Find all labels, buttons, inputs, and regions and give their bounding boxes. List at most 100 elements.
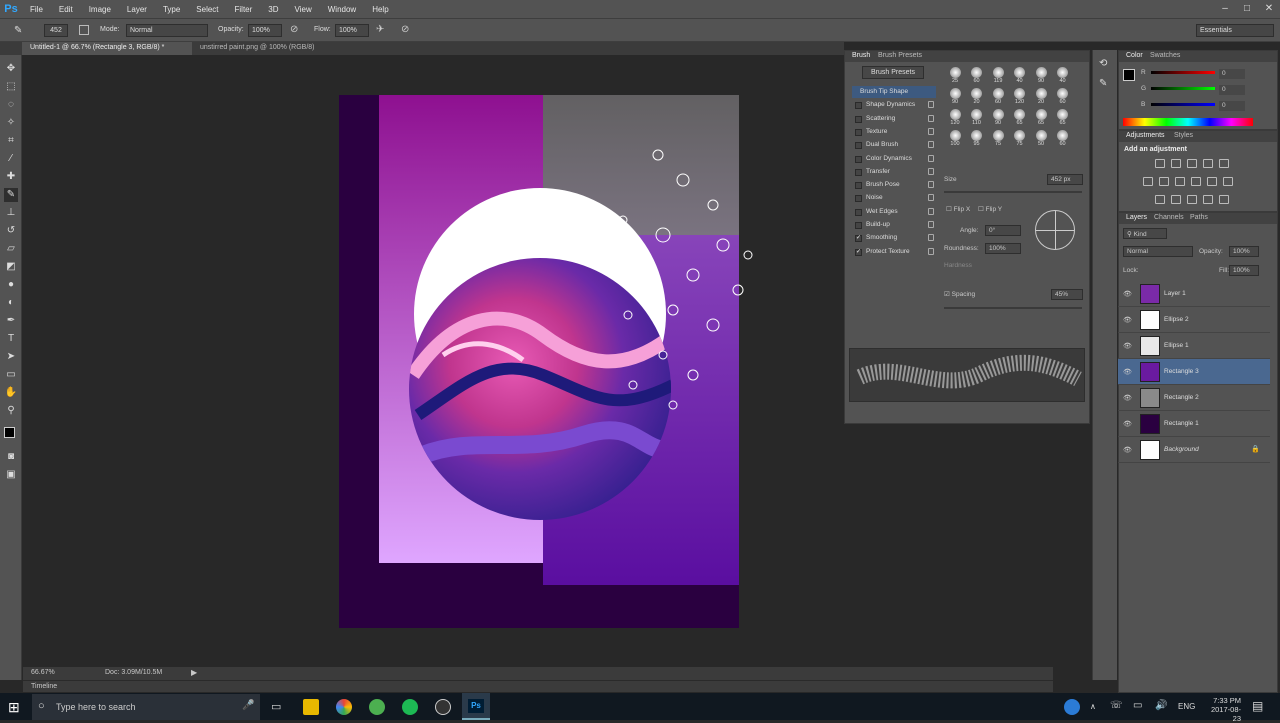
menu-filter[interactable]: Filter	[227, 5, 261, 14]
paint-bucket-tool-icon[interactable]: ◩	[4, 260, 18, 274]
marquee-tool-icon[interactable]: ⬚	[4, 80, 18, 94]
windows-start-icon[interactable]: ⊞	[8, 699, 20, 716]
lock-icon[interactable]	[928, 167, 934, 175]
lock-icon[interactable]	[928, 247, 934, 255]
brush-tip-preset[interactable]: 20	[1032, 88, 1050, 107]
history-brush-tool-icon[interactable]: ↺	[4, 224, 18, 238]
status-menu-arrow-icon[interactable]: ▶	[191, 668, 197, 677]
brush-tip-preset[interactable]: 119	[989, 67, 1007, 86]
hand-tool-icon[interactable]: ✋	[4, 386, 18, 400]
checkbox-icon[interactable]	[855, 208, 862, 216]
blur-tool-icon[interactable]: ●	[4, 278, 18, 292]
brush-tip-preset[interactable]: 120	[1011, 88, 1029, 107]
vivaldi-icon[interactable]	[369, 699, 385, 715]
tab-brush-presets[interactable]: Brush Presets	[873, 52, 927, 59]
eyedropper-tool-icon[interactable]: ⁄	[4, 152, 18, 166]
network-icon[interactable]: ☏	[1110, 700, 1123, 711]
brush-tip-preset[interactable]: 95	[968, 130, 986, 149]
layer-row-rectangle-2[interactable]: 👁 Rectangle 2	[1118, 385, 1270, 411]
brush-option-color-dynamics[interactable]: Color Dynamics	[852, 153, 936, 165]
checkbox-icon[interactable]	[855, 195, 862, 203]
tab-adjustments[interactable]: Adjustments	[1121, 132, 1170, 139]
tab-styles[interactable]: Styles	[1169, 132, 1198, 139]
visibility-eye-icon[interactable]: 👁	[1123, 316, 1132, 324]
black-white-icon[interactable]	[1175, 177, 1185, 186]
selective-color-icon[interactable]	[1219, 195, 1229, 204]
brush-tip-preset[interactable]: 65	[1011, 109, 1029, 128]
brush-panel-toggle-icon[interactable]	[79, 25, 89, 35]
zoom-level[interactable]: 66.67%	[31, 669, 55, 676]
exposure-icon[interactable]	[1203, 159, 1213, 168]
workspace-select[interactable]: Essentials	[1196, 24, 1274, 37]
language-indicator[interactable]: ENG	[1178, 702, 1195, 711]
spotify-icon[interactable]	[402, 699, 418, 715]
quick-select-tool-icon[interactable]: ✧	[4, 116, 18, 130]
pen-tool-icon[interactable]: ✒	[4, 314, 18, 328]
lock-icon[interactable]	[928, 207, 934, 215]
color-spectrum[interactable]	[1123, 118, 1253, 126]
size-slider[interactable]	[944, 191, 1082, 193]
curves-icon[interactable]	[1187, 159, 1197, 168]
crop-tool-icon[interactable]: ⌗	[4, 134, 18, 148]
brush-tip-preset[interactable]: 25	[946, 67, 964, 86]
lock-icon[interactable]	[928, 127, 934, 135]
brush-option-brush-tip-shape[interactable]: Brush Tip Shape	[852, 86, 936, 98]
dodge-tool-icon[interactable]: ◐	[4, 296, 18, 310]
checkbox-icon[interactable]: ✓	[855, 235, 862, 243]
brush-option-texture[interactable]: Texture	[852, 126, 936, 138]
color-lookup-icon[interactable]	[1223, 177, 1233, 186]
brush-tip-preset[interactable]: 60	[1054, 88, 1072, 107]
brush-angle-preview[interactable]	[1035, 210, 1075, 250]
lock-icon[interactable]	[928, 221, 934, 228]
roundness-field[interactable]: 100%	[985, 243, 1021, 254]
zoom-tool-icon[interactable]: ⚲	[4, 404, 18, 418]
brush-tip-preset[interactable]: 40	[1054, 67, 1072, 86]
minimize-icon[interactable]: –	[1214, 0, 1236, 18]
lock-icon[interactable]	[928, 234, 934, 242]
invert-icon[interactable]	[1155, 195, 1165, 204]
brush-option-wet-edges[interactable]: Wet Edges	[852, 206, 936, 218]
lock-icon[interactable]	[928, 154, 934, 162]
angle-field[interactable]: 0°	[985, 225, 1021, 236]
eraser-tool-icon[interactable]: ▱	[4, 242, 18, 256]
clone-stamp-tool-icon[interactable]: ⊥	[4, 206, 18, 220]
checkbox-icon[interactable]	[855, 115, 862, 123]
opacity-field[interactable]: 100%	[248, 24, 282, 37]
brush-option-smoothing[interactable]: ✓ Smoothing	[852, 232, 936, 244]
lock-icon[interactable]	[928, 181, 934, 189]
flip-x-checkbox[interactable]: ☐ Flip X	[946, 205, 970, 213]
lasso-tool-icon[interactable]: ◌	[4, 98, 18, 112]
history-icon[interactable]: ⟲	[1099, 58, 1107, 69]
brush-size-picker[interactable]: 452	[44, 24, 68, 37]
tab-brush[interactable]: Brush	[847, 52, 875, 59]
brush-tip-preset[interactable]: 50	[1032, 130, 1050, 149]
chrome-icon[interactable]	[336, 699, 352, 715]
layer-row-rectangle-1[interactable]: 👁 Rectangle 1	[1118, 411, 1270, 437]
filter-kind-select[interactable]: ⚲ Kind	[1123, 228, 1167, 239]
r-slider[interactable]	[1151, 71, 1215, 74]
brush-tool-icon[interactable]: ✎	[4, 188, 18, 202]
checkbox-icon[interactable]	[855, 155, 862, 163]
fg-color-chip[interactable]	[1123, 69, 1135, 81]
brush-tip-preset[interactable]: 65	[1032, 109, 1050, 128]
airbrush-icon[interactable]: ✈	[376, 24, 384, 35]
path-select-tool-icon[interactable]: ➤	[4, 350, 18, 364]
clock[interactable]: 7:33 PM 2017-08-23	[1203, 696, 1241, 723]
b-field[interactable]: 0	[1219, 101, 1245, 111]
size-field[interactable]: 452 px	[1047, 174, 1083, 185]
file-explorer-icon[interactable]	[303, 699, 319, 715]
brush-tip-preset[interactable]: 100	[946, 130, 964, 149]
brush-tip-preset[interactable]: 20	[968, 88, 986, 107]
brush-tool-icon[interactable]: ✎	[14, 25, 22, 36]
brush-tip-preset[interactable]: 90	[989, 109, 1007, 128]
tab-unstirred-paint[interactable]: unstirred paint.png @ 100% (RGB/8)	[192, 42, 362, 55]
g-slider[interactable]	[1151, 87, 1215, 90]
quick-mask-icon[interactable]: ◙	[4, 450, 18, 464]
search-box[interactable]: ○ Type here to search 🎤	[32, 694, 260, 720]
visibility-eye-icon[interactable]: 👁	[1123, 368, 1132, 376]
layer-row-ellipse-2[interactable]: 👁 Ellipse 2	[1118, 307, 1270, 333]
brush-tip-preset[interactable]: 60	[1054, 130, 1072, 149]
hue-saturation-icon[interactable]	[1143, 177, 1153, 186]
lock-icon[interactable]	[928, 141, 934, 149]
microphone-icon[interactable]: 🎤	[242, 700, 254, 711]
